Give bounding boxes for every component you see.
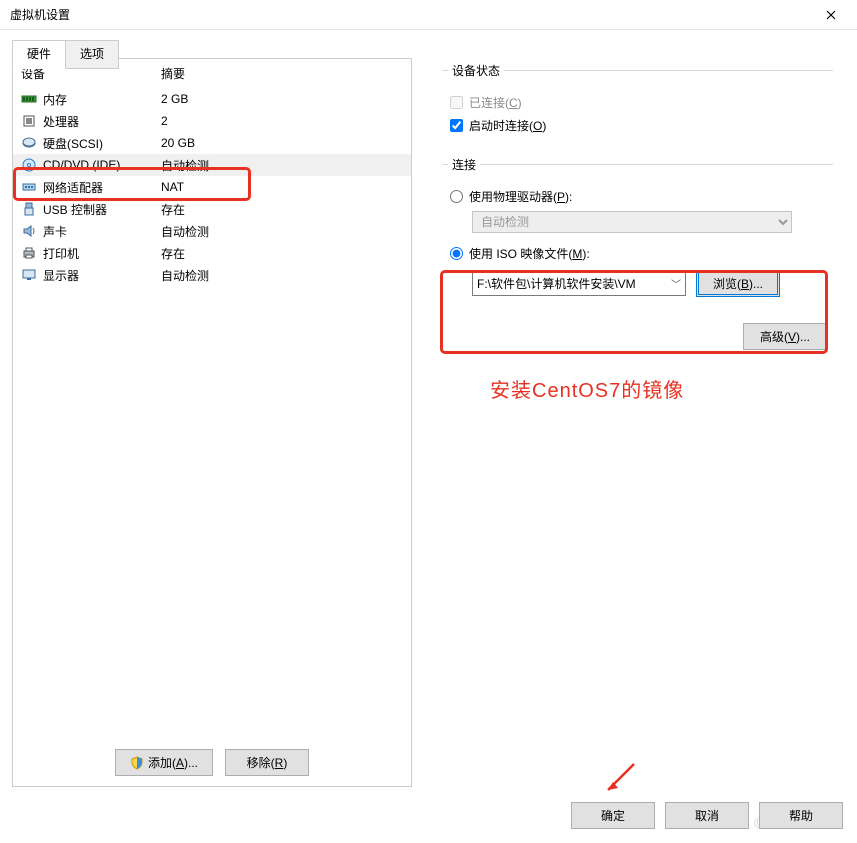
list-item-printer[interactable]: 打印机 存在 bbox=[13, 242, 411, 264]
advanced-button[interactable]: 高级(V)... bbox=[743, 323, 827, 350]
remove-device-button[interactable]: 移除(R) bbox=[225, 749, 309, 776]
connected-checkbox bbox=[450, 96, 463, 109]
network-icon bbox=[21, 179, 37, 195]
tab-bar: 硬件 选项 bbox=[12, 40, 857, 69]
display-icon bbox=[21, 267, 37, 283]
settings-panel: 设备状态 已连接(C) 启动时连接(O) 连接 使用物理驱动器(P): 自动检测… bbox=[412, 58, 845, 787]
list-item-cddvd[interactable]: CD/DVD (IDE) 自动检测 bbox=[13, 154, 411, 176]
close-icon bbox=[826, 10, 836, 20]
cd-icon bbox=[21, 157, 37, 173]
cancel-button[interactable]: 取消 bbox=[665, 802, 749, 829]
chevron-down-icon: ﹀ bbox=[671, 276, 681, 291]
ok-button[interactable]: 确定 bbox=[571, 802, 655, 829]
iso-path-row: F:\软件包\计算机软件安装\VM ﹀ 浏览(B)... bbox=[472, 270, 827, 297]
list-item-disk[interactable]: 硬盘(SCSI) 20 GB bbox=[13, 132, 411, 154]
cpu-icon bbox=[21, 113, 37, 129]
printer-icon bbox=[21, 245, 37, 261]
connection-group: 连接 使用物理驱动器(P): 自动检测 使用 ISO 映像文件(M): F:\软… bbox=[442, 156, 833, 309]
list-item-memory[interactable]: 内存 2 GB bbox=[13, 88, 411, 110]
list-item-cpu[interactable]: 处理器 2 bbox=[13, 110, 411, 132]
physical-drive-select: 自动检测 bbox=[472, 211, 792, 233]
usb-icon bbox=[21, 201, 37, 217]
advanced-row: 高级(V)... bbox=[442, 323, 833, 350]
dialog-body: 设备 摘要 内存 2 GB 处理器 2 硬盘(SCSI) 20 GB CD/DV… bbox=[12, 58, 845, 787]
connect-on-power-checkbox[interactable] bbox=[450, 119, 463, 132]
device-list: 内存 2 GB 处理器 2 硬盘(SCSI) 20 GB CD/DVD (IDE… bbox=[13, 86, 411, 786]
iso-file-radio[interactable] bbox=[450, 247, 463, 260]
title-bar: 虚拟机设置 bbox=[0, 0, 857, 30]
device-panel: 设备 摘要 内存 2 GB 处理器 2 硬盘(SCSI) 20 GB CD/DV… bbox=[12, 58, 412, 787]
connected-checkbox-row: 已连接(C) bbox=[448, 94, 827, 111]
iso-path-combo[interactable]: F:\软件包\计算机软件安装\VM ﹀ bbox=[472, 272, 686, 296]
dialog-buttons: 确定 取消 帮助 bbox=[571, 802, 843, 829]
connect-on-power-row[interactable]: 启动时连接(O) bbox=[448, 117, 827, 134]
iso-file-row[interactable]: 使用 ISO 映像文件(M): bbox=[448, 245, 827, 262]
sound-icon bbox=[21, 223, 37, 239]
connection-legend: 连接 bbox=[448, 156, 480, 173]
close-button[interactable] bbox=[811, 1, 851, 29]
add-device-button[interactable]: 添加(A)... bbox=[115, 749, 213, 776]
browse-button[interactable]: 浏览(B)... bbox=[696, 270, 780, 297]
list-item-sound[interactable]: 声卡 自动检测 bbox=[13, 220, 411, 242]
list-item-display[interactable]: 显示器 自动检测 bbox=[13, 264, 411, 286]
tab-options[interactable]: 选项 bbox=[65, 40, 119, 69]
physical-drive-radio[interactable] bbox=[450, 190, 463, 203]
disk-icon bbox=[21, 135, 37, 151]
list-item-network[interactable]: 网络适配器 NAT bbox=[13, 176, 411, 198]
help-button[interactable]: 帮助 bbox=[759, 802, 843, 829]
memory-icon bbox=[21, 91, 37, 107]
list-item-usb[interactable]: USB 控制器 存在 bbox=[13, 198, 411, 220]
tab-hardware[interactable]: 硬件 bbox=[12, 40, 66, 69]
window-title: 虚拟机设置 bbox=[10, 6, 811, 23]
shield-icon bbox=[130, 756, 144, 770]
device-buttons: 添加(A)... 移除(R) bbox=[13, 749, 411, 776]
physical-drive-row[interactable]: 使用物理驱动器(P): bbox=[448, 188, 827, 205]
device-status-group: 设备状态 已连接(C) 启动时连接(O) bbox=[442, 62, 833, 142]
